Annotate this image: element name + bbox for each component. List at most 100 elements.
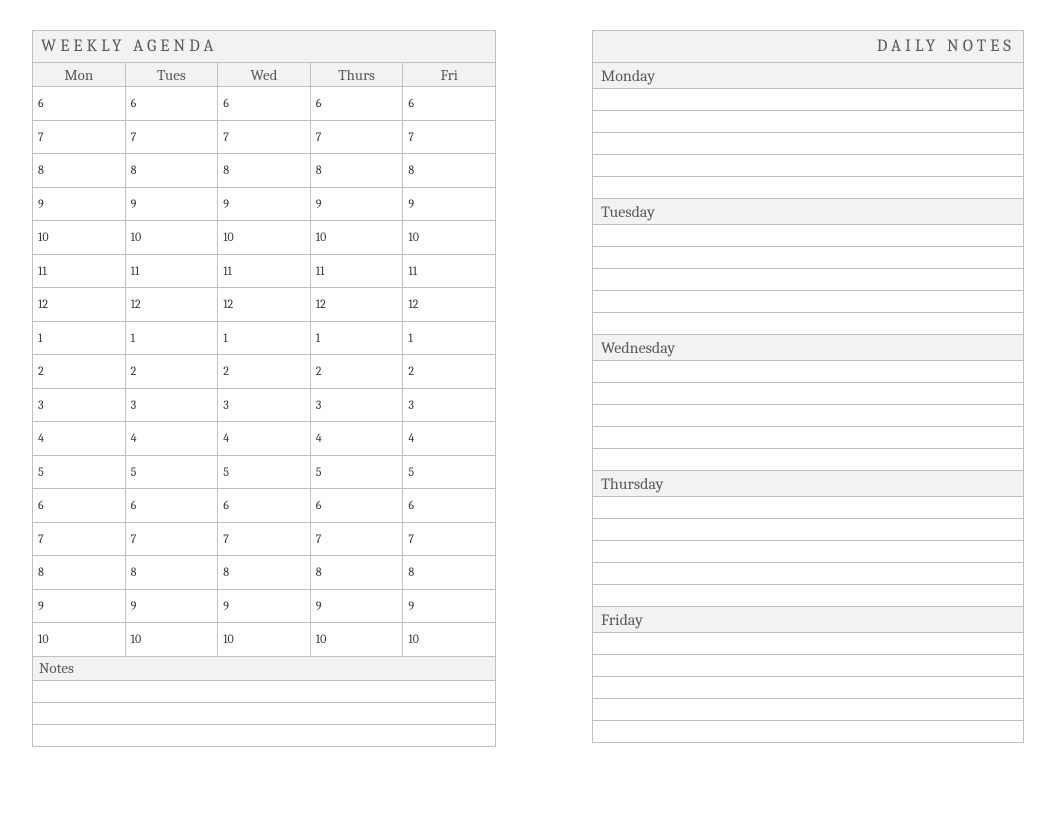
- weekly-hour-cell: 4: [33, 422, 126, 456]
- weekly-hour-cell: 3: [33, 388, 126, 422]
- daily-notes-table: DAILY NOTES MondayTuesdayWednesdayThursd…: [592, 30, 1024, 743]
- daily-notes-line: [593, 405, 1024, 427]
- weekly-hour-cell: 12: [403, 288, 496, 322]
- weekly-hour-cell: 1: [310, 321, 403, 355]
- weekly-hour-cell: 12: [33, 288, 126, 322]
- weekly-hour-cell: 10: [218, 221, 311, 255]
- daily-notes-line: [593, 519, 1024, 541]
- weekly-hour-cell: 8: [33, 154, 126, 188]
- weekly-hour-cell: 11: [125, 254, 218, 288]
- weekly-hour-cell: 3: [125, 388, 218, 422]
- daily-notes-line: [593, 89, 1024, 111]
- weekly-hour-cell: 7: [310, 522, 403, 556]
- weekly-agenda-table: WEEKLY AGENDA MonTuesWedThursFri 6666677…: [32, 30, 496, 747]
- weekly-hour-cell: 8: [218, 556, 311, 590]
- weekly-hour-cell: 12: [125, 288, 218, 322]
- weekly-hour-cell: 9: [125, 589, 218, 623]
- weekly-hour-cell: 2: [218, 355, 311, 389]
- weekly-hour-cell: 11: [33, 254, 126, 288]
- weekly-agenda-title: WEEKLY AGENDA: [33, 31, 496, 63]
- weekly-hour-cell: 2: [310, 355, 403, 389]
- weekly-hour-cell: 10: [33, 221, 126, 255]
- weekly-hour-cell: 7: [403, 522, 496, 556]
- weekly-hour-cell: 6: [218, 87, 311, 121]
- weekly-hour-cell: 9: [310, 187, 403, 221]
- weekly-notes-line: [33, 702, 496, 724]
- daily-notes-line: [593, 361, 1024, 383]
- weekly-hour-cell: 8: [403, 556, 496, 590]
- weekly-hour-cell: 2: [403, 355, 496, 389]
- weekly-notes-line: [33, 724, 496, 746]
- weekly-hour-cell: 4: [310, 422, 403, 456]
- weekly-hour-cell: 8: [125, 556, 218, 590]
- daily-notes-line: [593, 497, 1024, 519]
- weekly-hour-cell: 6: [218, 489, 311, 523]
- weekly-hour-cell: 2: [125, 355, 218, 389]
- weekly-hour-cell: 6: [125, 489, 218, 523]
- weekly-notes-label: Notes: [33, 656, 496, 680]
- weekly-hour-cell: 6: [403, 489, 496, 523]
- weekly-hour-cell: 7: [33, 522, 126, 556]
- weekly-hour-cell: 6: [310, 87, 403, 121]
- daily-notes-line: [593, 449, 1024, 471]
- weekly-hour-cell: 11: [403, 254, 496, 288]
- weekly-hour-cell: 7: [125, 522, 218, 556]
- weekly-hour-cell: 5: [125, 455, 218, 489]
- daily-notes-line: [593, 247, 1024, 269]
- weekly-hour-cell: 11: [310, 254, 403, 288]
- weekly-hour-cell: 11: [218, 254, 311, 288]
- daily-notes-line: [593, 155, 1024, 177]
- daily-notes-line: [593, 427, 1024, 449]
- weekly-hour-cell: 8: [403, 154, 496, 188]
- daily-notes-line: [593, 655, 1024, 677]
- weekly-hour-cell: 10: [218, 623, 311, 657]
- weekly-hour-cell: 5: [310, 455, 403, 489]
- weekly-hour-cell: 1: [218, 321, 311, 355]
- daily-notes-line: [593, 585, 1024, 607]
- weekly-hour-cell: 10: [310, 623, 403, 657]
- weekly-day-header: Tues: [125, 63, 218, 87]
- weekly-hour-cell: 7: [218, 120, 311, 154]
- daily-notes-line: [593, 383, 1024, 405]
- weekly-hour-cell: 7: [218, 522, 311, 556]
- weekly-hour-cell: 6: [33, 87, 126, 121]
- weekly-hour-cell: 8: [125, 154, 218, 188]
- daily-notes-line: [593, 133, 1024, 155]
- weekly-hour-cell: 8: [33, 556, 126, 590]
- daily-notes-line: [593, 269, 1024, 291]
- weekly-hour-cell: 10: [403, 623, 496, 657]
- daily-notes-day-header: Friday: [593, 607, 1024, 633]
- weekly-hour-cell: 6: [33, 489, 126, 523]
- weekly-hour-cell: 9: [125, 187, 218, 221]
- weekly-hour-cell: 9: [403, 589, 496, 623]
- weekly-hour-cell: 5: [218, 455, 311, 489]
- daily-notes-line: [593, 177, 1024, 199]
- daily-notes-line: [593, 633, 1024, 655]
- daily-notes-line: [593, 699, 1024, 721]
- weekly-day-header: Wed: [218, 63, 311, 87]
- daily-notes-line: [593, 313, 1024, 335]
- weekly-hour-cell: 9: [218, 589, 311, 623]
- weekly-hour-cell: 9: [310, 589, 403, 623]
- weekly-hour-cell: 5: [33, 455, 126, 489]
- weekly-day-header: Mon: [33, 63, 126, 87]
- weekly-hour-cell: 2: [33, 355, 126, 389]
- weekly-hour-cell: 4: [125, 422, 218, 456]
- daily-notes-line: [593, 721, 1024, 743]
- weekly-hour-cell: 12: [310, 288, 403, 322]
- weekly-hour-cell: 12: [218, 288, 311, 322]
- daily-notes-day-header: Monday: [593, 63, 1024, 89]
- weekly-hour-cell: 10: [403, 221, 496, 255]
- weekly-hour-cell: 3: [218, 388, 311, 422]
- weekly-hour-cell: 5: [403, 455, 496, 489]
- weekly-hour-cell: 8: [310, 556, 403, 590]
- weekly-hour-cell: 3: [310, 388, 403, 422]
- weekly-hour-cell: 4: [218, 422, 311, 456]
- weekly-hour-cell: 1: [33, 321, 126, 355]
- daily-notes-title: DAILY NOTES: [593, 31, 1024, 63]
- weekly-day-header: Fri: [403, 63, 496, 87]
- weekly-notes-line: [33, 680, 496, 702]
- weekly-hour-cell: 7: [310, 120, 403, 154]
- daily-notes-line: [593, 291, 1024, 313]
- weekly-day-header: Thurs: [310, 63, 403, 87]
